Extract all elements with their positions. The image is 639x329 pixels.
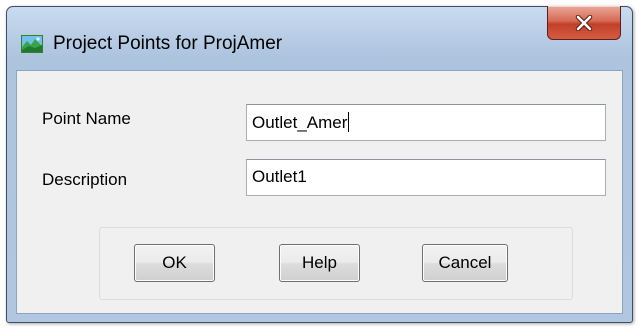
point-name-label: Point Name	[42, 109, 131, 128]
window-title: Project Points for ProjAmer	[53, 33, 283, 54]
close-button[interactable]	[547, 6, 621, 40]
point-name-value: Outlet_Amer	[252, 113, 348, 132]
description-value: Outlet1	[252, 167, 307, 186]
help-button[interactable]: Help	[279, 244, 360, 282]
landscape-app-icon	[21, 35, 43, 53]
title-bar[interactable]: Project Points for ProjAmer	[7, 6, 632, 67]
description-label: Description	[42, 170, 128, 189]
dialog-client-area: Point Name Outlet_Amer Description Outle…	[16, 70, 623, 314]
text-caret	[348, 112, 350, 132]
dialog-window: Project Points for ProjAmer Point Name O…	[6, 6, 633, 323]
description-input[interactable]: Outlet1	[246, 159, 606, 196]
cancel-button[interactable]: Cancel	[422, 244, 508, 282]
point-name-input[interactable]: Outlet_Amer	[246, 104, 606, 141]
close-x-icon	[575, 14, 593, 31]
button-panel: OK Help Cancel	[99, 227, 573, 300]
ok-button[interactable]: OK	[134, 244, 215, 282]
